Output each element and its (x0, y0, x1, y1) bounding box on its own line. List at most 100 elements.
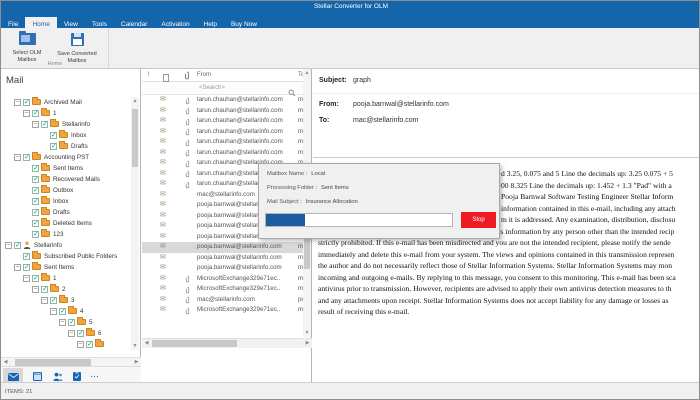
checkbox[interactable] (23, 263, 30, 271)
envelope-icon (160, 200, 166, 211)
checkbox[interactable] (23, 252, 30, 260)
importance-column-header[interactable]: ! (148, 72, 150, 78)
scroll-right-icon[interactable]: ▶ (303, 339, 312, 348)
expander-icon[interactable] (14, 263, 21, 271)
tree-item-6[interactable]: 6 (1, 328, 131, 339)
checkbox[interactable] (32, 109, 39, 117)
expander-icon[interactable] (32, 285, 39, 293)
checkbox[interactable] (32, 175, 39, 183)
tree-item-sent-items[interactable]: Sent Items (1, 262, 131, 273)
select-olm-mailbox-button[interactable]: Select OLM Mailbox (3, 30, 51, 63)
expander-icon[interactable] (23, 274, 30, 282)
checkbox[interactable] (50, 296, 57, 304)
tree-item-accounting-pst[interactable]: Accounting PST (1, 152, 131, 163)
expander-icon[interactable] (50, 307, 57, 315)
tree-item-stellarinfo[interactable]: Stellarinfo (1, 119, 131, 130)
checkbox[interactable] (50, 142, 57, 150)
message-row[interactable]: pooja.barnwal@stellarinfo.commac@stellar… (142, 253, 306, 264)
attachment-column-icon[interactable] (184, 71, 190, 82)
checkbox[interactable] (23, 153, 30, 161)
checkbox[interactable] (41, 285, 48, 293)
tree-item-subscribed-public-folders[interactable]: Subscribed Public Folders (1, 251, 131, 262)
tree-horizontal-scrollbar[interactable]: ◀ ▶ (1, 357, 141, 366)
mailbox-name-label: Mailbox Name : (267, 171, 308, 177)
message-row[interactable]: pooja.barnwal@stellarinfo.commac@stellar… (142, 263, 306, 274)
scroll-left-icon[interactable]: ◀ (142, 339, 151, 348)
scroll-up-icon[interactable]: ▲ (303, 69, 311, 77)
tree-item-inbox[interactable]: Inbox (1, 130, 131, 141)
tree-item-archived-mail[interactable]: Archived Mail (1, 97, 131, 108)
message-row[interactable]: MicrosoftExchange329e71ec..mac@stellarin… (142, 284, 306, 295)
stop-button[interactable]: Stop (461, 212, 496, 228)
checkbox[interactable] (32, 197, 39, 205)
message-row[interactable]: tarun.chauhan@stellarinfo.commac@stellar… (142, 106, 306, 117)
tree-item-sent-items[interactable]: Sent Items (1, 163, 131, 174)
message-row[interactable]: mac@stellarinfo.compooja.barnwal@stellar… (142, 295, 306, 306)
checkbox[interactable] (14, 241, 21, 249)
folder-icon (77, 317, 86, 326)
checkbox[interactable] (32, 186, 39, 194)
expander-icon[interactable] (32, 120, 39, 128)
expander-icon[interactable] (41, 296, 48, 304)
envelope-icon (160, 295, 166, 306)
search-bar[interactable]: <Search> (142, 82, 304, 97)
list-hscrollbar-thumb[interactable] (152, 340, 237, 347)
list-horizontal-scrollbar[interactable]: ◀ ▶ (142, 338, 312, 348)
tree-item-clipped[interactable] (1, 339, 131, 350)
checkbox[interactable] (32, 219, 39, 227)
tree-item-4[interactable]: 4 (1, 306, 131, 317)
save-converted-mailbox-button[interactable]: Save Converted Mailbox (53, 30, 101, 64)
tree-item-3[interactable]: 3 (1, 295, 131, 306)
checkbox[interactable] (68, 318, 75, 326)
message-row[interactable]: tarun.chauhan@stellarinfo.commac@stellar… (142, 95, 306, 106)
checkbox[interactable] (23, 98, 30, 106)
folder-icon (41, 174, 50, 183)
expander-icon[interactable] (14, 98, 21, 106)
search-input[interactable]: <Search> (199, 85, 225, 91)
from-column-header[interactable]: From (197, 72, 211, 78)
list-header[interactable]: ! From To (142, 69, 304, 82)
expander-icon[interactable] (77, 340, 84, 348)
folder-pane: Mail Archived Mail 1 Stellarinfo Inbox Draft… (1, 69, 141, 385)
scroll-down-icon[interactable]: ▼ (131, 342, 139, 350)
tree-item-drafts[interactable]: Drafts (1, 141, 131, 152)
scroll-up-icon[interactable]: ▲ (131, 97, 139, 105)
expander-icon[interactable] (23, 109, 30, 117)
tree-vertical-scrollbar[interactable]: ▲ ▼ (131, 97, 139, 350)
message-row[interactable]: MicrosoftExchange329e71ec..mac@stellarin… (142, 274, 306, 285)
checkbox[interactable] (86, 340, 93, 348)
tree-item-outbox[interactable]: Outbox (1, 185, 131, 196)
checkbox[interactable] (32, 230, 39, 238)
message-row[interactable]: MicrosoftExchange329e71ec..mac@stellarin… (142, 305, 306, 316)
tree-item-1[interactable]: 1 (1, 108, 131, 119)
tree-item-5[interactable]: 5 (1, 317, 131, 328)
expander-icon[interactable] (68, 329, 75, 337)
expander-icon[interactable] (5, 241, 12, 249)
tree-item-123[interactable]: 123 (1, 229, 131, 240)
expander-icon[interactable] (14, 153, 21, 161)
message-row[interactable]: tarun.chauhan@stellarinfo.commac@stellar… (142, 148, 306, 159)
tree-item-deleted-items[interactable]: Deleted Items (1, 218, 131, 229)
checkbox[interactable] (41, 120, 48, 128)
tree-item-drafts[interactable]: Drafts (1, 207, 131, 218)
tree-item-2[interactable]: 2 (1, 284, 131, 295)
message-row[interactable]: tarun.chauhan@stellarinfo.commac@stellar… (142, 116, 306, 127)
message-row-selected[interactable]: pooja.barnwal@stellarinfo.commac@stellar… (142, 242, 306, 253)
expander-icon[interactable] (59, 318, 66, 326)
message-row[interactable]: tarun.chauhan@stellarinfo.commac@stellar… (142, 137, 306, 148)
message-row[interactable]: tarun.chauhan@stellarinfo.commac@stellar… (142, 127, 306, 138)
checkbox[interactable] (59, 307, 66, 315)
tree-scrollbar-thumb[interactable] (132, 109, 138, 167)
checkbox[interactable] (32, 274, 39, 282)
checkbox[interactable] (32, 208, 39, 216)
tree-item-stellarinfo[interactable]: Stellarinfo (1, 240, 131, 251)
tree-hscrollbar-thumb[interactable] (15, 359, 91, 366)
tree-item-1[interactable]: 1 (1, 273, 131, 284)
tree-item-recovered-mails[interactable]: Recovered Mails (1, 174, 131, 185)
mail-subject-row: Mail Subject : Insurance Allocation (267, 199, 358, 205)
scroll-down-icon[interactable]: ▼ (303, 329, 311, 337)
checkbox[interactable] (77, 329, 84, 337)
checkbox[interactable] (50, 131, 57, 139)
tree-item-inbox[interactable]: Inbox (1, 196, 131, 207)
checkbox[interactable] (32, 164, 39, 172)
